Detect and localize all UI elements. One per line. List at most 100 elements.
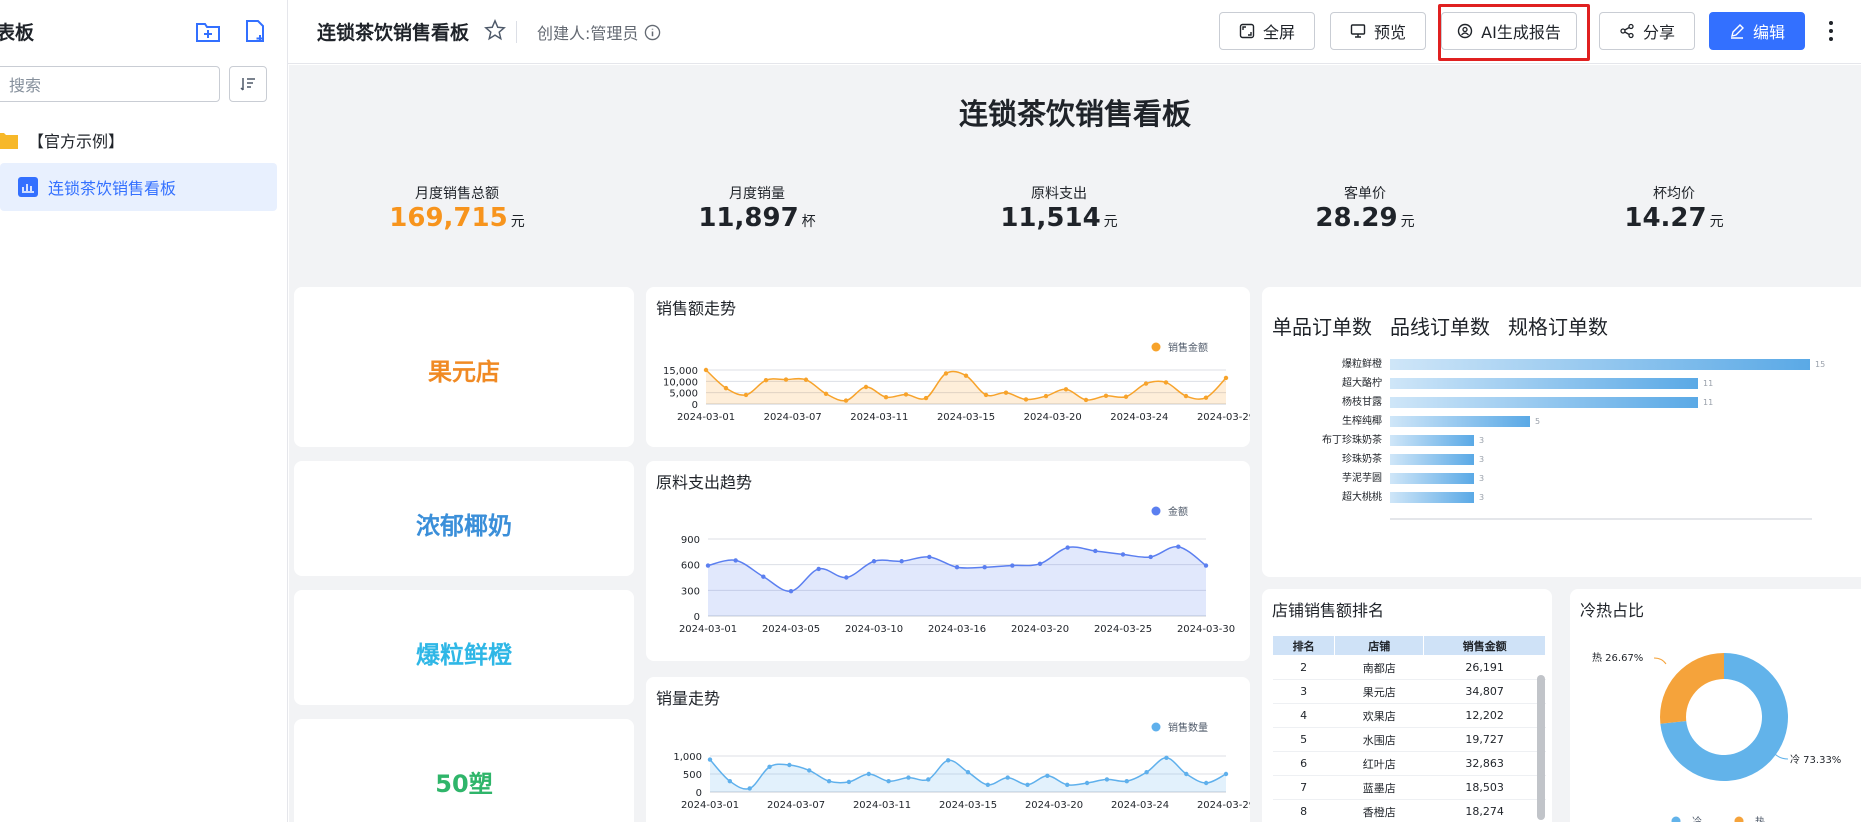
edit-label: 编辑 xyxy=(1752,23,1785,42)
table-row: 2 南都店 26,191 xyxy=(1272,655,1546,680)
cell-store: 欢果店 xyxy=(1334,703,1424,728)
y-tick-label: 10,000 xyxy=(663,377,698,388)
info-icon[interactable] xyxy=(644,24,661,41)
data-point xyxy=(886,779,891,784)
column-header[interactable]: 销售金额 xyxy=(1423,635,1546,656)
x-tick-label: 2024-03-20 xyxy=(1024,412,1082,423)
y-tick-label: 15,000 xyxy=(663,366,698,377)
cell-store: 南都店 xyxy=(1334,655,1424,680)
donut-slice xyxy=(1660,653,1724,724)
card-store-ranking: 店铺销售额排名 排名 店铺 销售金额 2 南都店 26,191 3 果元店 34,807… xyxy=(1262,589,1552,822)
data-point xyxy=(707,757,713,762)
x-tick-label: 2024-03-05 xyxy=(762,624,820,635)
bar-category-label: 芋泥芋圆 xyxy=(1342,471,1382,484)
x-tick-label: 2024-03-01 xyxy=(681,800,739,811)
bar-category-label: 布丁珍珠奶茶 xyxy=(1322,433,1382,446)
orders-bar-chart: 爆粒鲜橙 15 超大酪柠 11 杨枝甘露 11 生榨纯椰 5 布丁珍珠奶茶 3 珍珠奶茶 3 芋泥芋圆 3… xyxy=(1322,357,1825,520)
bar-category-label: 杨枝甘露 xyxy=(1342,395,1382,408)
bar-category-label: 爆粒鲜橙 xyxy=(1342,357,1382,370)
data-point xyxy=(1203,563,1209,568)
data-point xyxy=(1143,381,1149,386)
search-input[interactable]: 搜索 xyxy=(0,66,220,102)
column-header[interactable]: 排名 xyxy=(1271,635,1336,656)
volume-trend-chart: 销售数量 1,000 500 02024-03-01 2024-03-07 2024-03… xyxy=(673,721,1250,811)
dashboard-canvas: 连锁茶饮销售看板 月度销售总额 169,715 元 月度销量 11,897 杯 原料… xyxy=(289,65,1861,822)
kpi-value: 11,514 xyxy=(1000,203,1101,233)
table-row: 5 水围店 19,727 xyxy=(1272,727,1546,752)
y-tick-label: 0 xyxy=(696,788,702,799)
kpi-unit: 元 xyxy=(1709,214,1724,230)
bar xyxy=(1390,359,1810,370)
edit-button[interactable]: 编辑 xyxy=(1709,12,1805,50)
fullscreen-button[interactable]: 全屏 xyxy=(1219,12,1315,50)
data-point xyxy=(823,391,829,396)
card-top-product-1: 浓郁椰奶 xyxy=(294,461,634,576)
divider xyxy=(516,21,517,43)
sort-button[interactable] xyxy=(229,66,267,102)
data-point xyxy=(1093,548,1098,554)
slice-label: 热 26.67% xyxy=(1592,651,1643,664)
kpi-value: 14.27 xyxy=(1624,203,1707,233)
more-options-icon[interactable] xyxy=(1824,16,1838,46)
data-point xyxy=(1124,779,1129,784)
top-store-label: 果元店 xyxy=(428,358,500,386)
preview-button[interactable]: 预览 xyxy=(1330,12,1426,50)
x-tick-label: 2024-03-25 xyxy=(1094,624,1152,635)
cell-rank: 7 xyxy=(1272,775,1335,800)
x-tick-label: 2024-03-11 xyxy=(853,800,911,811)
x-tick-label: 2024-03-01 xyxy=(679,624,737,635)
y-tick-label: 900 xyxy=(681,535,700,546)
new-folder-icon[interactable] xyxy=(195,18,221,44)
legend-label: 热 xyxy=(1755,815,1765,822)
data-point xyxy=(816,566,821,572)
data-point xyxy=(1005,775,1010,780)
table-scrollbar[interactable] xyxy=(1537,675,1545,820)
data-point xyxy=(982,565,987,570)
kpi-value: 169,715 xyxy=(389,203,508,233)
data-point xyxy=(747,786,752,791)
legend-marker xyxy=(1671,816,1681,822)
legend-label: 销售金额 xyxy=(1168,341,1208,354)
new-file-icon[interactable] xyxy=(242,18,268,44)
highlight-box xyxy=(1438,4,1590,61)
cell-rank: 3 xyxy=(1272,679,1335,704)
bar-category-label: 超大酪柠 xyxy=(1342,376,1382,389)
bar-value-label: 5 xyxy=(1535,417,1540,426)
x-tick-label: 2024-03-15 xyxy=(939,800,997,811)
kpi-label: 客单价 xyxy=(1344,186,1386,202)
bar-category-label: 珍珠奶茶 xyxy=(1342,452,1382,465)
share-button[interactable]: 分享 xyxy=(1599,12,1695,50)
card-hot-cold: 冷热占比 冷 73.33%热 26.67%冷热 xyxy=(1570,589,1861,822)
column-header[interactable]: 店铺 xyxy=(1334,635,1425,656)
folder-official-examples[interactable]: 【官方示例】 xyxy=(0,126,124,154)
y-tick-label: 600 xyxy=(681,561,700,572)
data-point xyxy=(1084,780,1090,786)
star-icon[interactable] xyxy=(484,19,506,41)
fullscreen-icon xyxy=(1239,23,1255,39)
sidebar-item-dashboard[interactable]: 连锁茶饮销售看板 xyxy=(0,163,277,211)
data-point xyxy=(1025,782,1030,787)
data-point xyxy=(733,558,738,563)
leader-line xyxy=(1774,753,1789,760)
data-point xyxy=(1164,755,1169,760)
x-tick-label: 2024-03-24 xyxy=(1111,800,1169,811)
data-point xyxy=(1010,563,1015,568)
x-tick-label: 2024-03-30 xyxy=(1177,624,1235,635)
data-point xyxy=(705,563,711,568)
data-point xyxy=(954,565,960,570)
table-row: 7 蓝墨店 18,503 xyxy=(1272,775,1546,800)
data-point xyxy=(1037,561,1043,567)
y-tick-label: 300 xyxy=(681,586,700,597)
x-tick-label: 2024-03-01 xyxy=(677,412,735,423)
bar-value-label: 15 xyxy=(1815,360,1825,369)
bar-value-label: 3 xyxy=(1479,474,1484,483)
dashboard-title: 连锁茶饮销售看板 xyxy=(958,97,1191,131)
monitor-icon xyxy=(1350,24,1366,38)
data-point xyxy=(899,559,904,564)
cell-amount: 19,727 xyxy=(1423,727,1546,752)
fullscreen-label: 全屏 xyxy=(1262,23,1295,42)
data-point xyxy=(965,770,971,775)
data-point xyxy=(843,398,849,403)
card-sales-trend: 销售额走势 销售金额 15,000 10,000 5,000 0 2024-03-01 20… xyxy=(646,287,1250,447)
legend-marker xyxy=(1151,506,1161,516)
